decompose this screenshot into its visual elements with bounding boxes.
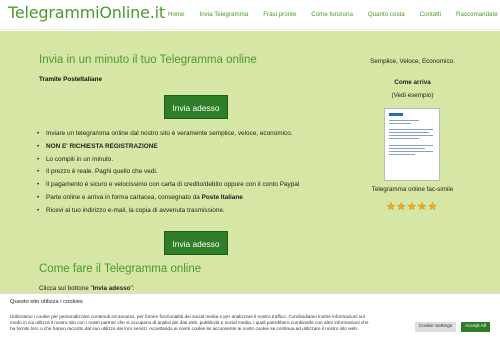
nav-come-funziona[interactable]: Come funziona bbox=[311, 11, 353, 18]
doc-line bbox=[389, 148, 425, 149]
star-icon: ★ bbox=[396, 201, 407, 213]
cookie-settings-button[interactable]: Cookie Settings bbox=[415, 322, 456, 332]
cookie-title: Questo sito utilizza i cookies bbox=[10, 299, 83, 305]
doc-line bbox=[389, 120, 419, 121]
doc-line bbox=[389, 145, 433, 146]
invia-adesso-button[interactable]: Invia adesso bbox=[164, 95, 228, 119]
page-subtitle: Tramite PosteItaliane bbox=[39, 76, 102, 83]
list-item: Lo compili in un minuto. bbox=[37, 154, 299, 167]
poste-logo-icon bbox=[389, 113, 403, 116]
doc-line bbox=[389, 135, 433, 136]
doc-line bbox=[389, 154, 415, 155]
list-item: Inviare un telegramma online dal nostro … bbox=[37, 128, 299, 141]
star-icon: ★ bbox=[427, 201, 438, 213]
sidebar-tagline: Semplice, Veloce, Economico. bbox=[370, 58, 455, 65]
main-nav: Home Invia Telegramma Frasi pronte Come … bbox=[168, 11, 498, 18]
doc-line bbox=[389, 132, 429, 133]
nav-quanto-costa[interactable]: Quanto costa bbox=[368, 11, 405, 18]
rating-stars: ★ ★ ★ ★ ★ bbox=[386, 202, 438, 213]
cookie-banner: Questo sito utilizza i cookies Utilizzia… bbox=[0, 293, 500, 348]
doc-line bbox=[389, 129, 433, 130]
star-icon: ★ bbox=[417, 201, 427, 213]
invia-adesso-button-2[interactable]: Invia adesso bbox=[164, 231, 228, 255]
list-item: Parte online e arriva in forma cartacea,… bbox=[37, 192, 299, 205]
accept-all-button[interactable]: Accept All bbox=[461, 322, 490, 332]
cookie-body: Utilizziamo i cookie per personalizzare … bbox=[10, 314, 369, 332]
nav-contatti[interactable]: Contatti bbox=[420, 11, 441, 18]
list-item: Il pagamento è sicuro e velocissimo con … bbox=[37, 179, 299, 192]
list-item: NON E' RICHIESTA REGISTRAZIONE bbox=[37, 141, 299, 154]
telegram-sample-image[interactable] bbox=[384, 108, 440, 181]
sidebar-how-subtitle[interactable]: (Vedi esempio) bbox=[350, 92, 475, 99]
section-text: Clicca sul bottone "Invia adesso": bbox=[39, 285, 135, 292]
features-list: Inviare un telegramma online dal nostro … bbox=[37, 128, 299, 218]
nav-frasi-pronte[interactable]: Frasi pronte bbox=[263, 11, 296, 18]
site-logo[interactable]: TelegrammiOnline.it bbox=[8, 3, 165, 22]
nav-invia-telegramma[interactable]: Invia Telegramma bbox=[200, 11, 249, 18]
nav-home[interactable]: Home bbox=[168, 11, 185, 18]
star-icon: ★ bbox=[386, 201, 396, 213]
list-item: Il prezzo è reale. Paghi quello che vedi… bbox=[37, 166, 299, 179]
section-title-come-fare: Come fare il Telegramma online bbox=[39, 263, 202, 275]
sidebar: Semplice, Veloce, Economico. Come arriva… bbox=[350, 55, 475, 99]
doc-line bbox=[389, 138, 419, 139]
star-icon: ★ bbox=[406, 201, 417, 213]
site-header: TelegrammiOnline.it Home Invia Telegramm… bbox=[0, 0, 500, 30]
list-item: Ricevi al tuo indirizzo e-mail, la copia… bbox=[37, 205, 299, 218]
sample-caption: Telegramma online fac-simile bbox=[371, 186, 454, 193]
nav-raccomandate[interactable]: Raccomandate bbox=[456, 11, 498, 18]
doc-line bbox=[389, 123, 411, 124]
page-title: Invia in un minuto il tuo Telegramma onl… bbox=[39, 54, 257, 66]
sidebar-how-title: Come arriva bbox=[394, 79, 431, 86]
doc-line bbox=[389, 151, 433, 152]
